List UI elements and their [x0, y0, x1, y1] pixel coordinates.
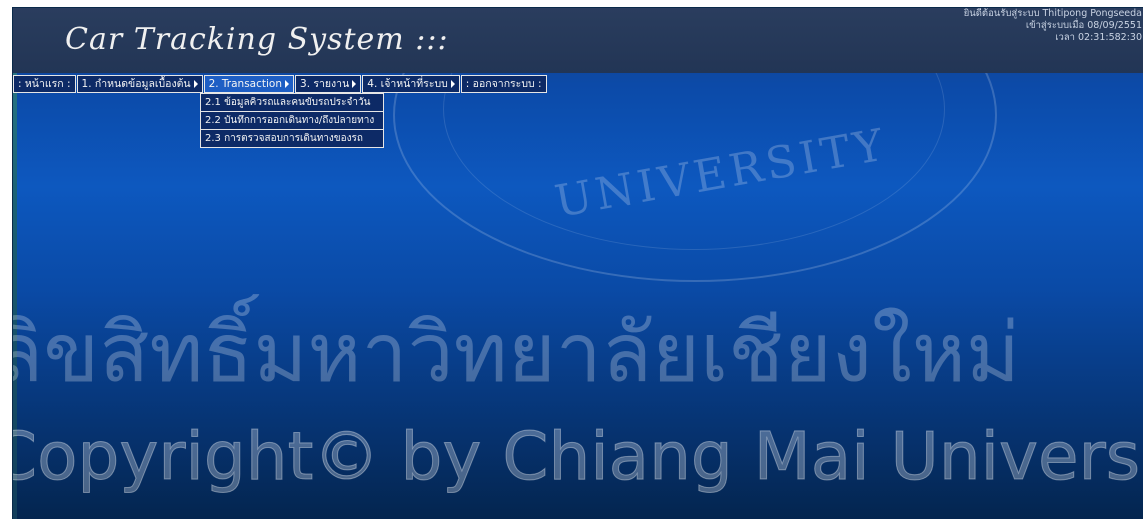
submenu-item-daily-queue[interactable]: 2.1 ข้อมูลคิวรถและคนขับรถประจำวัน: [200, 93, 384, 112]
menu-setup-label: 1. กำหนดข้อมูลเบื้องต้น: [81, 78, 191, 90]
chevron-right-icon: [352, 80, 357, 88]
menu-logout-label: : ออกจากระบบ :: [465, 78, 542, 90]
menu-report-label: 3. รายงาน: [300, 78, 350, 90]
menu-home-label: : หน้าแรก :: [18, 78, 71, 90]
menu-transaction[interactable]: 2. Transaction: [203, 75, 295, 93]
login-time-line: เวลา 02:31:582:30: [1055, 32, 1142, 43]
welcome-user-line: ยินดีต้อนรับสู่ระบบ Thitipong Pongseeda: [963, 8, 1142, 19]
main-menu-bar: : หน้าแรก : 1. กำหนดข้อมูลเบื้องต้น 2. T…: [13, 75, 548, 93]
submenu-item-trip-check[interactable]: 2.3 การตรวจสอบการเดินทางของรถ: [200, 130, 384, 148]
submenu-item-departure-arrival[interactable]: 2.2 บันทึกการออกเดินทาง/ถึงปลายทาง: [200, 112, 384, 130]
menu-setup[interactable]: 1. กำหนดข้อมูลเบื้องต้น: [76, 75, 203, 93]
chevron-right-icon: [285, 80, 290, 88]
watermark-thai-text: ลิขสิทธิ์มหาวิทยาลัยเชียงใหม่: [12, 306, 1021, 401]
app-title: Car Tracking System :::: [65, 22, 449, 57]
menu-logout[interactable]: : ออกจากระบบ :: [460, 75, 547, 93]
header-bar: Car Tracking System ::: ยินดีต้อนรับสู่ร…: [13, 8, 1143, 73]
menu-staff-label: 4. เจ้าหน้าที่ระบบ: [367, 78, 448, 90]
menu-report[interactable]: 3. รายงาน: [295, 75, 362, 93]
watermark-copyright-text: Copyright© by Chiang Mai University: [12, 418, 1143, 496]
login-date-line: เข้าสู่ระบบเมื่อ 08/09/2551: [1025, 20, 1142, 31]
user-welcome-info: ยินดีต้อนรับสู่ระบบ Thitipong Pongseeda …: [964, 8, 1142, 44]
transaction-submenu: 2.1 ข้อมูลคิวรถและคนขับรถประจำวัน 2.2 บั…: [200, 93, 384, 148]
chevron-right-icon: [193, 80, 198, 88]
chevron-right-icon: [450, 80, 455, 88]
menu-staff[interactable]: 4. เจ้าหน้าที่ระบบ: [362, 75, 460, 93]
app-window: UNIVERSITY ลิขสิทธิ์มหาวิทยาลัยเชียงใหม่…: [12, 7, 1143, 519]
menu-transaction-label: 2. Transaction: [208, 78, 283, 90]
menu-home[interactable]: : หน้าแรก :: [13, 75, 76, 93]
